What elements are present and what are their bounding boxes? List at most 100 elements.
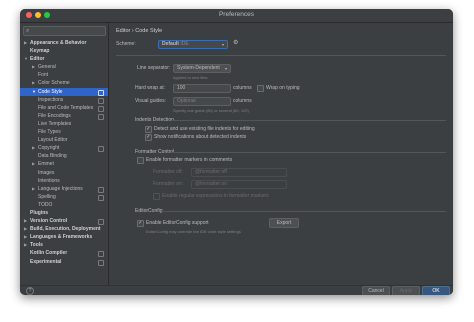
hard-wrap-unit: columns (233, 85, 252, 91)
title-bar: Preferences (20, 9, 453, 23)
breadcrumb-separator: › (131, 28, 134, 34)
editorconfig-title: EditorConfig (135, 208, 163, 214)
ok-button[interactable]: OK (422, 286, 450, 295)
breadcrumb-current: Code Style (135, 28, 163, 34)
collapsed-arrow-icon[interactable]: ▶ (24, 233, 27, 241)
line-separator-hint: Applied to new files (173, 75, 208, 80)
collapsed-arrow-icon[interactable]: ▶ (32, 160, 35, 168)
sidebar-item[interactable]: Kotlin Compiler (20, 249, 108, 258)
hard-wrap-label: Hard wrap at: (135, 85, 166, 91)
collapsed-arrow-icon[interactable]: ▶ (32, 79, 35, 87)
detect-indents-checkbox[interactable] (145, 126, 152, 133)
sidebar-item[interactable]: Live Templates (20, 120, 108, 128)
show-indent-notifications-checkbox[interactable] (145, 134, 152, 141)
sidebar-item[interactable]: Images (20, 169, 108, 177)
collapsed-arrow-icon[interactable]: ▶ (24, 217, 27, 225)
sidebar-item-label: Inspections (38, 96, 64, 103)
sidebar-item[interactable]: ▶ Languages & Frameworks (20, 233, 108, 241)
collapsed-arrow-icon[interactable]: ▶ (32, 185, 35, 193)
scheme-label: Scheme: (116, 41, 136, 47)
sidebar-item[interactable]: ▶ General (20, 63, 108, 71)
sidebar-item-label: Keymap (30, 48, 50, 55)
sidebar-item[interactable]: ▶ Appearance & Behavior (20, 39, 108, 47)
sidebar-item-label: Live Templates (38, 120, 72, 127)
formatter-off-input[interactable]: @formatter:off (191, 168, 287, 177)
sidebar-item[interactable]: ▶ Copyright (20, 144, 108, 153)
gear-icon[interactable]: ⚙ (233, 39, 238, 46)
sidebar-item[interactable]: ▶ Color Scheme (20, 79, 108, 87)
apply-button[interactable]: Apply (392, 286, 420, 295)
sidebar-item[interactable]: File Encodings (20, 112, 108, 120)
sidebar-item-label: Code Style (38, 88, 63, 95)
export-button[interactable]: Export (269, 218, 299, 228)
expanded-arrow-icon[interactable]: ▼ (32, 88, 36, 96)
show-indent-notifications-label: Show notifications about detected indent… (154, 134, 247, 140)
sidebar-item[interactable]: Experimental (20, 258, 108, 266)
settings-search-input[interactable]: ⌕ (23, 26, 106, 36)
editorconfig-hint: EditorConfig may override the IDE code s… (146, 229, 241, 234)
project-config-icon (98, 89, 104, 96)
sidebar-item-label: File Types (38, 129, 61, 136)
sidebar-item[interactable]: Intentions (20, 177, 108, 185)
preferences-window: Preferences ⌕ ▶ Appearance & Behavior Keym… (20, 9, 453, 295)
hard-wrap-input[interactable]: 100 (173, 84, 231, 93)
enable-editorconfig-checkbox[interactable] (137, 220, 144, 227)
expanded-arrow-icon[interactable]: ▼ (24, 55, 28, 63)
project-config-icon (98, 219, 104, 226)
sidebar-item[interactable]: ▼ Code Style (20, 87, 108, 96)
sidebar-item[interactable]: Layout Editor (20, 136, 108, 144)
sidebar-item[interactable]: Font (20, 71, 108, 79)
regex-markers-checkbox[interactable] (153, 193, 160, 200)
sidebar-item[interactable]: ▼ Editor (20, 55, 108, 63)
formatter-control-title: Formatter Control (135, 149, 175, 155)
wrap-on-typing-checkbox[interactable] (257, 85, 264, 92)
collapsed-arrow-icon[interactable]: ▶ (24, 225, 27, 233)
visual-guides-unit: columns (233, 98, 252, 104)
enable-formatter-markers-checkbox[interactable] (137, 157, 144, 164)
sidebar-item-label: Experimental (30, 258, 62, 265)
sidebar-item[interactable]: Plugins (20, 209, 108, 217)
collapsed-arrow-icon[interactable]: ▶ (24, 241, 27, 249)
sidebar-item-label: Emmet (38, 161, 54, 168)
sidebar-item-label: Languages & Frameworks (30, 234, 93, 241)
sidebar-item[interactable]: Spelling (20, 193, 108, 201)
visual-guides-label: Visual guides: (135, 98, 167, 104)
scheme-select[interactable]: Default IDE ▾ (158, 40, 228, 49)
breadcrumb: Editor › Code Style (116, 28, 162, 34)
divider (116, 55, 446, 56)
sidebar-item[interactable]: ▶ Emmet (20, 160, 108, 168)
sidebar-item-label: Font (38, 72, 49, 79)
sidebar-item-label: Color Scheme (38, 80, 70, 87)
help-icon[interactable]: ? (26, 287, 34, 295)
sidebar-item-label: General (38, 64, 56, 71)
sidebar-item-label: Language Injections (38, 185, 83, 192)
project-config-icon (98, 186, 104, 193)
visual-guides-input[interactable]: Optional (173, 97, 231, 106)
collapsed-arrow-icon[interactable]: ▶ (32, 63, 35, 71)
sidebar-item[interactable]: ▶ Build, Execution, Deployment (20, 225, 108, 233)
sidebar-item-label: Copyright (38, 145, 60, 152)
project-config-icon (98, 251, 104, 258)
sidebar-item-label: File Encodings (38, 112, 71, 119)
sidebar-item-label: File and Code Templates (38, 104, 94, 111)
sidebar-item[interactable]: File and Code Templates (20, 104, 108, 112)
project-config-icon (98, 146, 104, 153)
dialog-footer: ? Cancel Apply OK (20, 285, 453, 295)
line-separator-select[interactable]: System-Dependent ▾ (173, 64, 231, 73)
sidebar-item[interactable]: Keymap (20, 47, 108, 55)
collapsed-arrow-icon[interactable]: ▶ (24, 39, 27, 47)
sidebar-item[interactable]: ▶ Language Injections (20, 185, 108, 193)
collapsed-arrow-icon[interactable]: ▶ (32, 144, 35, 152)
formatter-off-label: Formatter off: (153, 169, 183, 175)
scheme-scope: IDE (180, 41, 189, 47)
sidebar-item-label: Plugins (30, 209, 49, 216)
sidebar-item[interactable]: TODO (20, 201, 108, 209)
sidebar-item[interactable]: Data Binding (20, 152, 108, 160)
sidebar-item[interactable]: ▶ Version Control (20, 217, 108, 226)
cancel-button[interactable]: Cancel (362, 286, 390, 295)
sidebar-item[interactable]: ▶ Tools (20, 241, 108, 249)
sidebar-item[interactable]: File Types (20, 128, 108, 136)
formatter-on-input[interactable]: @formatter:on (191, 180, 287, 189)
breadcrumb-parent[interactable]: Editor (116, 28, 130, 34)
sidebar-item[interactable]: Inspections (20, 96, 108, 104)
